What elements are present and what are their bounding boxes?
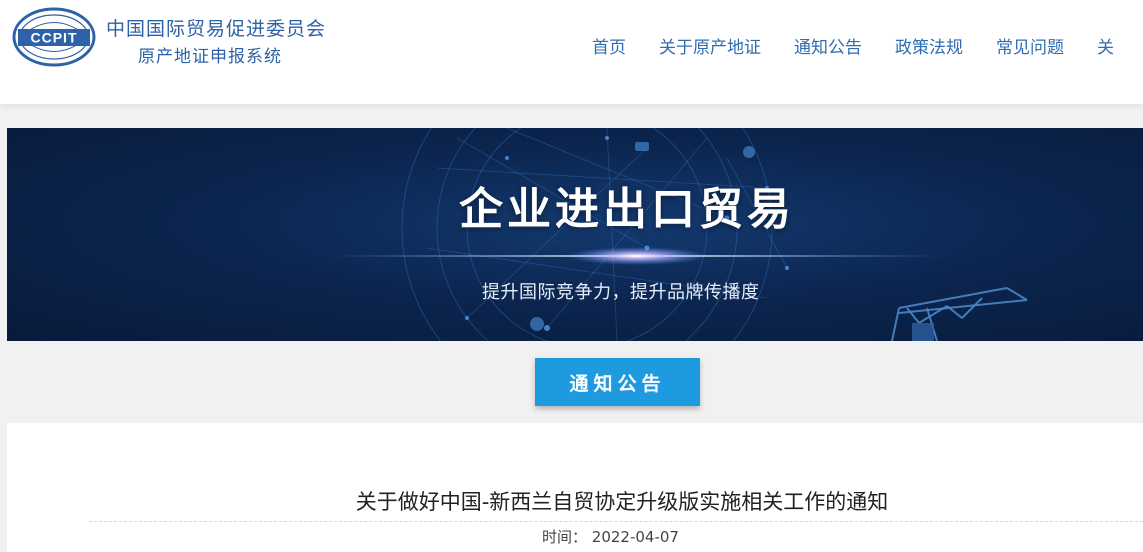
article-card: 关于做好中国-新西兰自贸协定升级版实施相关工作的通知 时间： 2022-04-0… [7,423,1143,552]
nav-policies[interactable]: 政策法规 [895,33,963,58]
org-name: 中国国际贸易促进委员会 [106,18,327,40]
article-date-value: 2022-04-07 [591,528,679,546]
site-header: CCPIT 中国国际贸易促进委员会 原产地证申报系统 首页 关于原产地证 通知公… [0,0,1143,104]
logo-text: CCPIT [31,30,78,46]
main-nav: 首页 关于原产地证 通知公告 政策法规 常见问题 关 [592,30,1143,60]
banner-subtitle: 提升国际竞争力，提升品牌传播度 [482,282,760,303]
notices-section-button[interactable]: 通知公告 [535,358,700,406]
nav-faq[interactable]: 常见问题 [996,33,1064,58]
nav-about-certificate[interactable]: 关于原产地证 [659,33,761,58]
nav-more[interactable]: 关 [1097,33,1114,58]
system-name: 原产地证申报系统 [138,47,282,67]
article-title[interactable]: 关于做好中国-新西兰自贸协定升级版实施相关工作的通知 [7,486,1143,516]
ccpit-logo[interactable]: CCPIT [8,4,100,68]
article-date: 时间： 2022-04-07 [542,526,679,547]
nav-notices[interactable]: 通知公告 [794,33,862,58]
hero-banner: 企业进出口贸易 提升国际竞争力，提升品牌传播度 [7,128,1143,341]
nav-home[interactable]: 首页 [592,33,626,58]
banner-title: 企业进出口贸易 [459,184,795,235]
article-divider [89,521,1143,522]
article-date-label: 时间： [542,528,588,546]
